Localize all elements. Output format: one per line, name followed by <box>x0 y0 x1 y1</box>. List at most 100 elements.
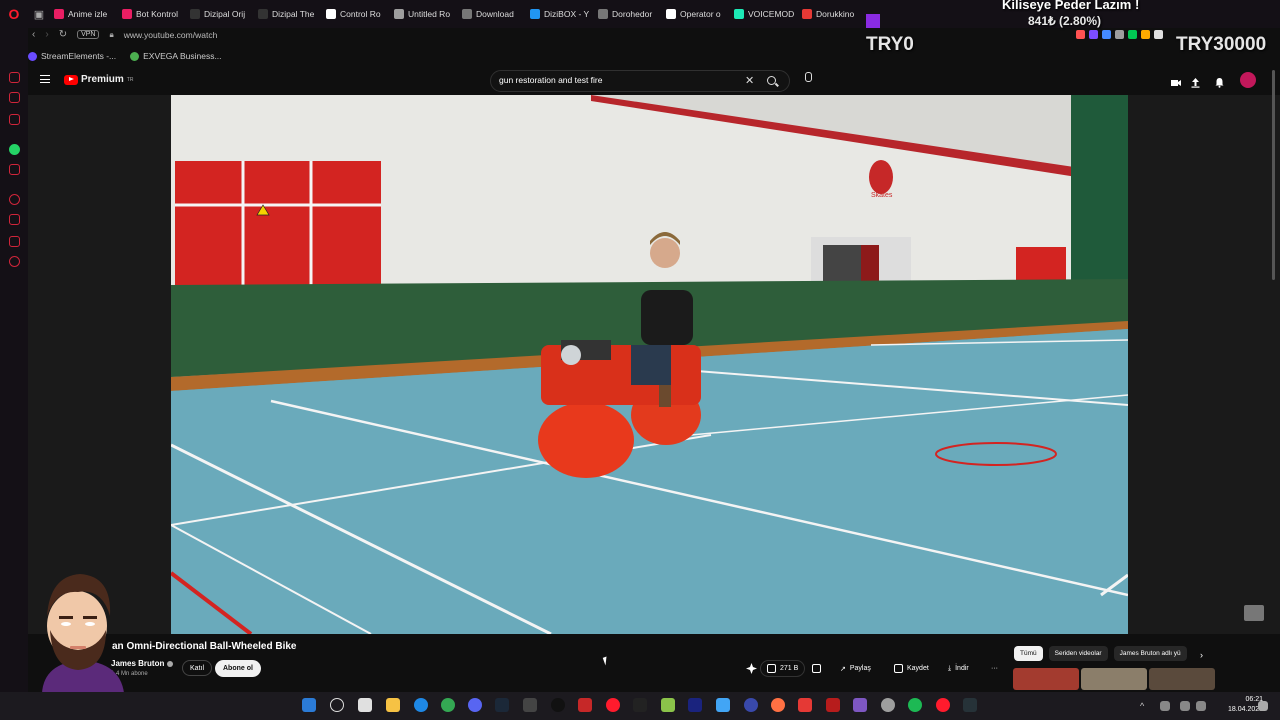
browser-tab[interactable]: Bot Kontrol <box>118 4 186 24</box>
related-video-thumbnail[interactable] <box>1081 668 1147 690</box>
mouse-cursor <box>602 656 610 666</box>
browser-tab[interactable]: Operator o <box>662 4 730 24</box>
browser-tab[interactable]: Dorukkino <box>798 4 866 24</box>
related-video-thumbnail[interactable] <box>1013 668 1079 690</box>
url-field[interactable]: www.youtube.com/watch <box>124 30 218 40</box>
app-icon[interactable] <box>578 698 592 712</box>
app-icon[interactable] <box>798 698 812 712</box>
sidebar-history-icon[interactable] <box>9 194 20 205</box>
sidebar-app-icon[interactable] <box>9 236 20 247</box>
task-view-icon[interactable] <box>358 698 372 712</box>
tray-icon[interactable] <box>1160 701 1170 711</box>
search-icon[interactable] <box>765 74 781 90</box>
download-icon: ⤓ <box>948 664 952 672</box>
spotify-icon[interactable] <box>908 698 922 712</box>
user-avatar[interactable] <box>1240 72 1256 88</box>
vpn-badge[interactable]: VPN <box>77 30 100 39</box>
sidebar-aria-icon[interactable] <box>9 72 20 83</box>
volume-icon[interactable] <box>1196 701 1206 711</box>
download-button[interactable]: ⤓ İndir <box>942 660 975 677</box>
address-bar: ‹ › ↻ VPN 🔒︎ www.youtube.com/watch <box>28 26 1280 43</box>
dislike-button[interactable] <box>806 660 827 677</box>
create-icon[interactable] <box>1170 75 1181 86</box>
chips-next-icon[interactable]: › <box>1200 650 1203 660</box>
browser-tab[interactable]: Anime izle <box>50 4 118 24</box>
menu-icon[interactable] <box>40 75 50 83</box>
whatsapp-icon[interactable] <box>9 144 20 155</box>
tab-favicon-icon <box>802 9 812 19</box>
tab-label: Dizipal Orij <box>204 9 246 19</box>
share-button[interactable]: ↗ Paylaş <box>834 660 877 677</box>
like-button[interactable]: 271 B <box>760 660 806 677</box>
miniplayer-thumbnail[interactable] <box>1244 605 1264 621</box>
app-icon[interactable] <box>963 698 977 712</box>
tab-overview-icon[interactable]: ▣ <box>28 0 50 28</box>
steam-icon[interactable] <box>495 698 509 712</box>
browser-tab[interactable]: Dizipal The <box>254 4 322 24</box>
opera-logo-icon[interactable]: O <box>0 0 28 28</box>
obs-icon[interactable] <box>551 698 565 712</box>
app-icon[interactable] <box>688 698 702 712</box>
app-icon[interactable] <box>826 698 840 712</box>
save-button[interactable]: Kaydet <box>888 660 935 677</box>
scrollbar[interactable] <box>1272 70 1275 280</box>
join-button[interactable]: Katıl <box>182 660 213 676</box>
notification-center-icon[interactable] <box>1258 701 1268 711</box>
windows-start-icon[interactable] <box>302 698 316 712</box>
browser-tab[interactable]: Dorohedor <box>594 4 662 24</box>
search-taskbar-icon[interactable] <box>330 698 344 712</box>
discord-icon[interactable] <box>468 698 482 712</box>
app-icon[interactable] <box>661 698 675 712</box>
network-icon[interactable] <box>1180 701 1190 711</box>
app-icon[interactable] <box>633 698 647 712</box>
settings-icon[interactable] <box>9 256 20 267</box>
video-player[interactable]: Skates <box>28 95 1280 634</box>
firefox-icon[interactable] <box>771 698 785 712</box>
tab-label: Operator o <box>680 9 721 19</box>
sidebar-messenger-icon[interactable] <box>9 92 20 103</box>
sidebar-app-icon[interactable] <box>9 164 20 175</box>
browser-tab[interactable]: Dizipal Orij <box>186 4 254 24</box>
browser-tab[interactable]: Control Ro <box>322 4 390 24</box>
tab-list: Anime izle Bot Kontrol Dizipal Orij Dizipal… <box>50 4 866 24</box>
tab-favicon-icon <box>666 9 676 19</box>
app-icon[interactable] <box>881 698 895 712</box>
sidebar-app-icon[interactable] <box>9 214 20 225</box>
back-icon[interactable]: ‹ <box>32 29 35 40</box>
tray-overflow-icon[interactable]: ^ <box>1140 701 1150 711</box>
download-label: İndir <box>955 665 969 672</box>
clear-search-icon[interactable]: ✕ <box>745 74 754 87</box>
browser-tab[interactable]: Untitled Ro <box>390 4 458 24</box>
opera-gx-icon[interactable] <box>606 698 620 712</box>
tab-favicon-icon <box>734 9 744 19</box>
subscribe-button[interactable]: Abone ol <box>215 660 261 677</box>
more-actions-button[interactable]: ··· <box>985 660 1004 677</box>
file-explorer-icon[interactable] <box>386 698 400 712</box>
microphone-icon[interactable] <box>799 70 817 88</box>
app-icon[interactable] <box>716 698 730 712</box>
browser-tab[interactable]: VOICEMOD <box>730 4 798 24</box>
youtube-logo[interactable]: Premium TR <box>64 74 133 85</box>
bookmarks-bar: StreamElements -... EXVEGA Business... <box>28 48 222 64</box>
related-video-thumbnail[interactable] <box>1149 668 1215 690</box>
bookmark-exvega[interactable]: EXVEGA Business... <box>130 51 222 61</box>
chrome-icon[interactable] <box>441 698 455 712</box>
chip-all[interactable]: Tümü <box>1014 646 1043 661</box>
app-icon[interactable] <box>853 698 867 712</box>
browser-tab[interactable]: Download <box>458 4 526 24</box>
browser-tab[interactable]: DiziBOX - Y <box>526 4 594 24</box>
sidebar-app-icon[interactable] <box>9 114 20 125</box>
app-icon[interactable] <box>523 698 537 712</box>
video-frame[interactable]: Skates <box>171 95 1128 634</box>
forward-icon[interactable]: › <box>45 29 48 40</box>
opera-icon[interactable] <box>936 698 950 712</box>
edge-icon[interactable] <box>414 698 428 712</box>
bookmark-streamelements[interactable]: StreamElements -... <box>28 51 116 61</box>
chip-series[interactable]: Seriden videolar <box>1048 646 1108 661</box>
chip-channel[interactable]: James Bruton adlı yü <box>1113 646 1187 661</box>
app-icon[interactable] <box>744 698 758 712</box>
reload-icon[interactable]: ↻ <box>59 29 67 40</box>
upload-icon[interactable] <box>1190 75 1201 88</box>
notifications-icon[interactable] <box>1214 75 1225 88</box>
search-input[interactable] <box>499 75 739 85</box>
